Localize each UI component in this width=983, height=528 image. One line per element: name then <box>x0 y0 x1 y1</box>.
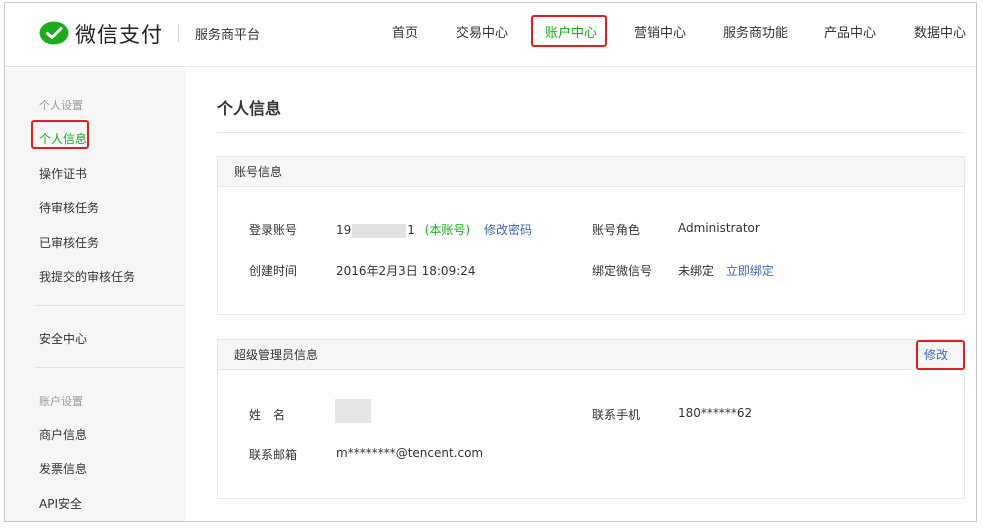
wechat-pay-logo[interactable]: 微信支付 <box>39 20 163 48</box>
contact-phone-label: 联系手机 <box>592 408 641 422</box>
sidebar-item-invoice-info[interactable]: 发票信息 <box>39 460 87 477</box>
contact-email-label: 联系邮箱 <box>249 448 298 462</box>
super-admin-panel: 超级管理员信息 修改 姓 名 联系手机 180******62 联系邮箱 m**… <box>217 339 965 499</box>
sidebar-group-personal: 个人设置 <box>39 99 83 112</box>
account-info-heading: 账号信息 <box>218 157 964 187</box>
bound-wechat-label: 绑定微信号 <box>592 264 653 278</box>
login-account-prefix: 19 <box>336 223 352 237</box>
sidebar-divider <box>35 305 185 306</box>
redacted-mask <box>352 223 407 238</box>
nav-marketing-center[interactable]: 营销中心 <box>634 22 686 41</box>
sidebar-divider <box>35 367 185 368</box>
bind-now-link[interactable]: 立即绑定 <box>726 264 774 278</box>
sidebar-item-my-submitted[interactable]: 我提交的审核任务 <box>39 268 135 285</box>
login-account-label: 登录账号 <box>249 223 298 237</box>
nav-product-center[interactable]: 产品中心 <box>824 22 876 41</box>
account-role-value: Administrator <box>678 221 760 235</box>
contact-email-value: m********@tencent.com <box>336 446 484 460</box>
nav-trade-center[interactable]: 交易中心 <box>456 22 508 41</box>
login-account-suffix: 1 <box>407 223 415 237</box>
wechat-pay-check-icon <box>39 21 69 45</box>
admin-name-redacted <box>335 399 371 423</box>
account-info-heading-text: 账号信息 <box>234 165 283 179</box>
sidebar-group-account: 账户设置 <box>39 395 83 408</box>
app-window: 微信支付 服务商平台 首页 交易中心 账户中心 营销中心 服务商功能 产品中心 … <box>4 2 977 522</box>
highlight-edit-admin <box>916 340 965 370</box>
sidebar-item-reviewed[interactable]: 已审核任务 <box>39 234 99 251</box>
super-admin-heading: 超级管理员信息 修改 <box>218 340 964 370</box>
header-divider <box>178 24 179 42</box>
nav-data-center[interactable]: 数据中心 <box>914 22 966 41</box>
highlight-account-center <box>531 15 607 47</box>
page-title: 个人信息 <box>217 99 282 118</box>
created-time-value: 2016年2月3日 18:09:24 <box>336 264 476 278</box>
sidebar: 个人设置 个人信息 操作证书 待审核任务 已审核任务 我提交的审核任务 安全中心… <box>5 68 186 521</box>
account-info-panel: 账号信息 登录账号 19 1 (本账号) 修改密码 账号角色 Administra… <box>217 156 965 315</box>
platform-name: 服务商平台 <box>195 28 261 43</box>
created-time-label: 创建时间 <box>249 264 298 278</box>
sidebar-item-api-security[interactable]: API安全 <box>39 495 82 512</box>
sidebar-item-merchant-info[interactable]: 商户信息 <box>39 426 87 443</box>
top-header: 微信支付 服务商平台 首页 交易中心 账户中心 营销中心 服务商功能 产品中心 … <box>5 3 976 67</box>
sidebar-item-security[interactable]: 安全中心 <box>39 330 87 347</box>
admin-name-label: 姓 名 <box>249 408 286 422</box>
login-account-value: 19 1 (本账号) 修改密码 <box>336 221 532 238</box>
bound-wechat-value: 未绑定 立即绑定 <box>678 262 774 279</box>
nav-partner-functions[interactable]: 服务商功能 <box>723 22 788 41</box>
title-divider <box>217 132 965 133</box>
nav-home[interactable]: 首页 <box>392 22 418 41</box>
sidebar-item-certificate[interactable]: 操作证书 <box>39 165 87 182</box>
account-role-label: 账号角色 <box>592 223 641 237</box>
bound-wechat-status: 未绑定 <box>678 264 715 278</box>
sidebar-item-pending-review[interactable]: 待审核任务 <box>39 199 99 216</box>
contact-phone-value: 180******62 <box>678 406 753 420</box>
super-admin-heading-text: 超级管理员信息 <box>234 348 319 362</box>
this-account-tag: (本账号) <box>424 223 471 237</box>
change-password-link[interactable]: 修改密码 <box>484 223 532 237</box>
brand-name: 微信支付 <box>75 23 163 47</box>
highlight-personal-info <box>31 120 89 149</box>
